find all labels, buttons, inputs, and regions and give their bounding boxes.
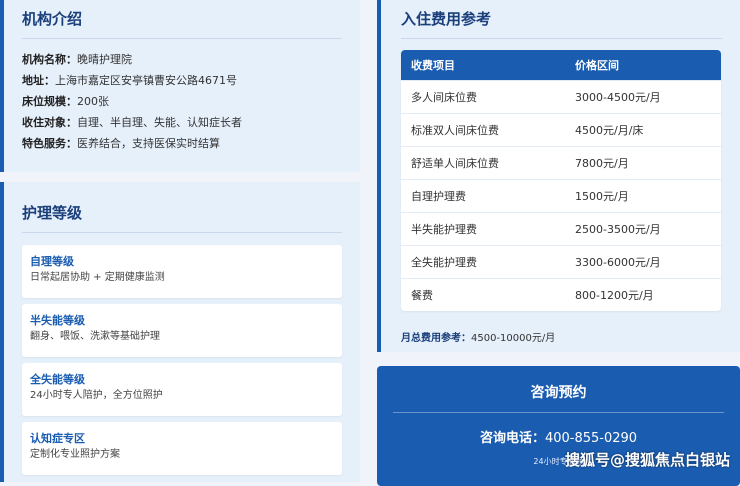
care-level-desc: 日常起居协助 + 定期健康监测: [30, 272, 165, 283]
care-level-card[interactable]: 认知症专区 定制化专业照护方案: [22, 422, 342, 475]
care-levels-title: 护理等级: [22, 200, 342, 233]
care-levels-panel: 护理等级 自理等级 日常起居协助 + 定期健康监测 半失能等级 翻身、喂饭、洗漱…: [0, 182, 360, 482]
table-row: 标准双人间床位费 4500元/月/床: [401, 113, 721, 147]
info-key: 地址：: [22, 74, 55, 87]
info-key: 收住对象：: [22, 116, 77, 129]
care-level-name: 半失能等级: [30, 314, 85, 327]
info-key: 机构名称：: [22, 53, 77, 66]
fees-title: 入住费用参考: [401, 8, 722, 39]
care-level-desc: 定制化专业照护方案: [30, 449, 120, 460]
fee-item: 多人间床位费: [401, 80, 565, 114]
monthly-total: 月总费用参考：4500-10000元/月: [401, 329, 722, 344]
info-value: 晚晴护理院: [77, 53, 132, 66]
info-value: 上海市嘉定区安亭镇曹安公路4671号: [55, 74, 237, 87]
fees-header-item: 收费项目: [401, 50, 565, 81]
care-level-desc: 翻身、喂饭、洗漱等基础护理: [30, 331, 160, 342]
fee-item: 标准双人间床位费: [401, 113, 565, 147]
fee-item: 舒适单人间床位费: [401, 146, 565, 180]
info-row-address: 地址：上海市嘉定区安亭镇曹安公路4671号: [22, 70, 342, 91]
contact-title: 咨询预约: [393, 382, 724, 413]
watermark: 搜狐号@搜狐焦点白银站: [564, 451, 730, 469]
table-row: 自理护理费 1500元/月: [401, 179, 721, 213]
contact-phone-label: 咨询电话：: [479, 431, 545, 446]
institution-title: 机构介绍: [22, 8, 342, 39]
institution-info-list: 机构名称：晚晴护理院 地址：上海市嘉定区安亭镇曹安公路4671号 床位规模：20…: [22, 49, 342, 154]
monthly-total-label: 月总费用参考：: [401, 333, 471, 344]
table-row: 多人间床位费 3000-4500元/月: [401, 80, 721, 114]
info-row-admission: 收住对象：自理、半自理、失能、认知症长者: [22, 112, 342, 133]
fee-price: 7800元/月: [565, 146, 721, 180]
info-value: 200张: [77, 95, 109, 108]
care-levels-list: 自理等级 日常起居协助 + 定期健康监测 半失能等级 翻身、喂饭、洗漱等基础护理…: [22, 245, 342, 475]
fees-header-row: 收费项目 价格区间: [401, 50, 721, 81]
fees-table: 收费项目 价格区间 多人间床位费 3000-4500元/月 标准双人间床位费 450…: [401, 50, 721, 311]
fee-price: 1500元/月: [565, 179, 721, 213]
fee-price: 3300-6000元/月: [565, 245, 721, 279]
fee-price: 2500-3500元/月: [565, 212, 721, 246]
table-row: 舒适单人间床位费 7800元/月: [401, 146, 721, 180]
fee-price: 800-1200元/月: [565, 278, 721, 311]
institution-panel: 机构介绍 机构名称：晚晴护理院 地址：上海市嘉定区安亭镇曹安公路4671号 床位…: [0, 0, 360, 172]
fees-header-price: 价格区间: [565, 50, 721, 81]
care-level-name: 自理等级: [30, 255, 74, 268]
table-row: 全失能护理费 3300-6000元/月: [401, 245, 721, 279]
fee-item: 餐费: [401, 278, 565, 311]
monthly-total-value: 4500-10000元/月: [471, 333, 556, 344]
info-value: 医养结合，支持医保实时结算: [77, 137, 220, 150]
care-level-card[interactable]: 全失能等级 24小时专人陪护，全方位照护: [22, 363, 342, 416]
care-level-desc: 24小时专人陪护，全方位照护: [30, 390, 163, 401]
info-key: 特色服务：: [22, 137, 77, 150]
table-row: 半失能护理费 2500-3500元/月: [401, 212, 721, 246]
info-key: 床位规模：: [22, 95, 77, 108]
fee-price: 4500元/月/床: [565, 113, 721, 147]
care-level-card[interactable]: 半失能等级 翻身、喂饭、洗漱等基础护理: [22, 304, 342, 357]
fee-price: 3000-4500元/月: [565, 80, 721, 114]
contact-phone-number[interactable]: 400-855-0290: [545, 431, 637, 446]
care-level-name: 认知症专区: [30, 432, 85, 445]
fee-item: 全失能护理费: [401, 245, 565, 279]
fees-panel: 入住费用参考 收费项目 价格区间 多人间床位费 3000-4500元/月 标准双人…: [377, 0, 740, 352]
table-row: 餐费 800-1200元/月: [401, 278, 721, 311]
info-value: 自理、半自理、失能、认知症长者: [77, 116, 242, 129]
info-row-beds: 床位规模：200张: [22, 91, 342, 112]
fee-item: 自理护理费: [401, 179, 565, 213]
care-level-name: 全失能等级: [30, 373, 85, 386]
care-level-card[interactable]: 自理等级 日常起居协助 + 定期健康监测: [22, 245, 342, 298]
info-row-name: 机构名称：晚晴护理院: [22, 49, 342, 70]
fee-item: 半失能护理费: [401, 212, 565, 246]
info-row-features: 特色服务：医养结合，支持医保实时结算: [22, 133, 342, 154]
contact-phone-line[interactable]: 咨询电话：400-855-0290: [377, 427, 740, 446]
